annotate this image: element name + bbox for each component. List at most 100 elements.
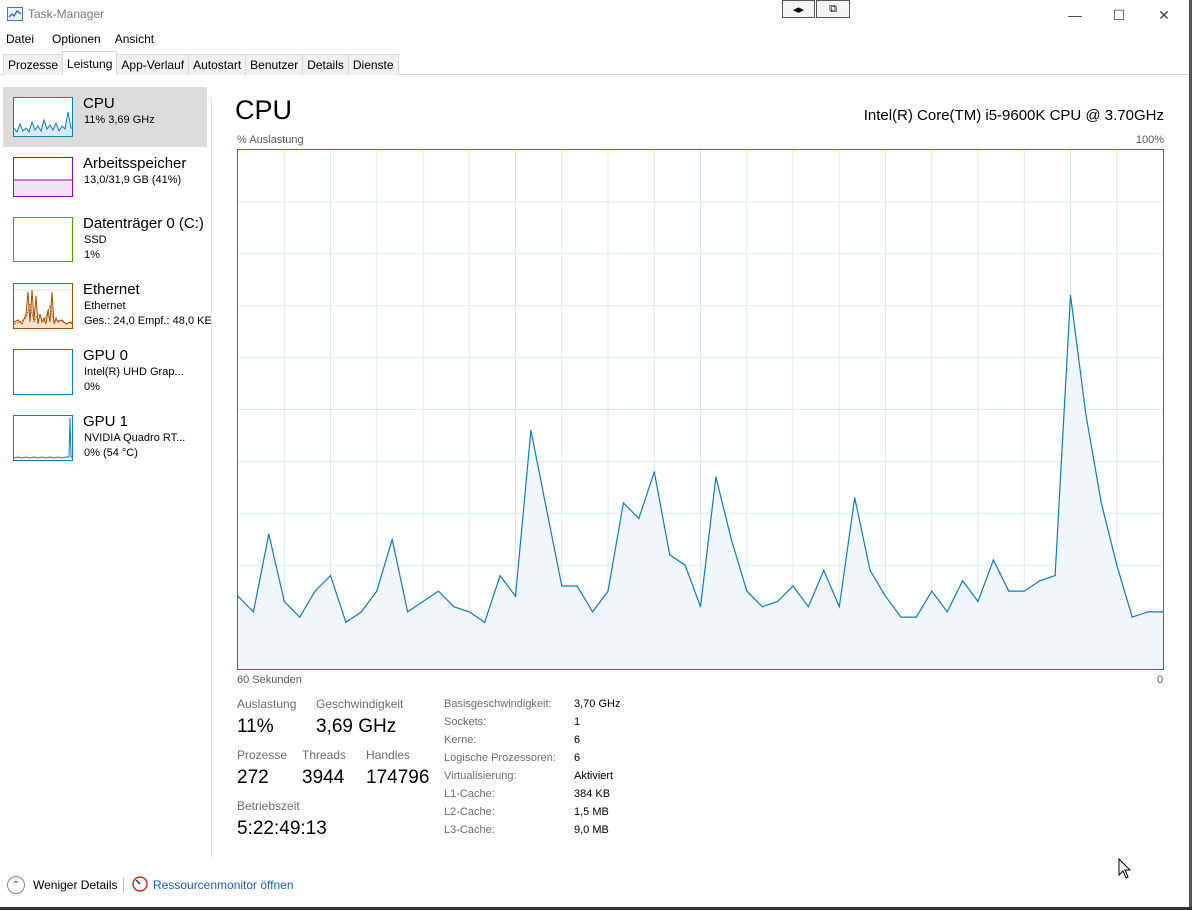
resource-sub-memory: 13,0/31,9 GB (41%) [84, 174, 182, 186]
tab-leistung[interactable]: Leistung [62, 51, 118, 75]
cpu-data-point [884, 595, 887, 597]
cpu-data-point [761, 606, 763, 608]
cpu-data-point [653, 471, 655, 473]
cpu-data-point [699, 606, 702, 608]
disk-thumbnail-graph [13, 217, 73, 262]
stat-betriebszeit-label: Betriebszeit [237, 799, 300, 813]
resource-item-ethernet[interactable]: Ethernet Ethernet Ges.: 24,0 Empf.: 48,0… [3, 273, 212, 333]
cpu-data-point [869, 569, 871, 571]
cpu-data-point [792, 585, 794, 587]
cpu-data-point [530, 429, 532, 431]
resource-name-disk: Datenträger 0 (C:) [83, 215, 204, 232]
x-axis-right-label: 0 [1157, 674, 1164, 686]
resource-item-cpu[interactable]: CPU 11% 3,69 GHz [3, 87, 207, 147]
stat-threads-label: Threads [302, 748, 347, 762]
cpu-data-point [592, 611, 594, 613]
cpu-data-point [345, 621, 347, 623]
info-value-sockets: 1 [574, 716, 581, 728]
resource-item-gpu1[interactable]: GPU 1 NVIDIA Quadro RT... 0% (54 °C) [3, 405, 207, 465]
ethernet-thumbnail-graph [13, 283, 73, 329]
tab-prozesse[interactable]: Prozesse [3, 54, 64, 75]
cpu-data-point [283, 600, 285, 603]
stat-prozesse-label: Prozesse [237, 748, 288, 762]
title-bar: Task-Manager ◂▸ ⧉ — ☐ ✕ [0, 0, 1192, 30]
cpu-data-point [638, 517, 640, 520]
stat-geschwindigkeit-value: 3,69 GHz [316, 716, 397, 737]
info-value-logische-prozessoren: 6 [574, 752, 581, 764]
snap-arrows-icon[interactable]: ◂▸ [782, 0, 815, 18]
resource-monitor-icon[interactable] [132, 876, 148, 892]
cpu-data-point [1069, 294, 1072, 296]
resource-sub-gpu0-usage: 0% [84, 381, 100, 393]
tab-details[interactable]: Details [302, 54, 349, 75]
gpu1-thumbnail-graph [13, 415, 73, 461]
menu-ansicht[interactable]: Ansicht [107, 30, 160, 50]
cpu-usage-svg [237, 150, 1164, 669]
info-label-virtualisierung: Virtualisierung: [444, 770, 517, 782]
cpu-data-point [622, 502, 624, 504]
resource-name-ethernet: Ethernet [83, 281, 140, 298]
tab-app-verlauf[interactable]: App-Verlauf [116, 54, 190, 75]
footer: ⌃ Weniger Details Ressourcenmonitor öffn… [0, 870, 1192, 900]
minimize-button[interactable]: — [1052, 0, 1098, 30]
maximize-button[interactable]: ☐ [1096, 0, 1142, 30]
cpu-data-point [1023, 590, 1025, 592]
resource-item-disk[interactable]: Datenträger 0 (C:) SSD 1% [3, 207, 207, 267]
cpu-data-point [807, 606, 810, 608]
tab-autostart[interactable]: Autostart [188, 54, 247, 75]
resource-sub-disk-type: SSD [84, 234, 107, 246]
cpu-data-point [268, 533, 270, 535]
snap-window-icon[interactable]: ⧉ [816, 0, 850, 18]
tab-bar: Prozesse Leistung App-Verlauf Autostart … [0, 50, 1192, 75]
info-label-l1-cache: L1-Cache: [444, 788, 495, 800]
cpu-model-name: Intel(R) Core(TM) i5-9600K CPU @ 3.70GHz [863, 107, 1164, 124]
resource-sub-gpu0-model: Intel(R) UHD Grap... [84, 366, 184, 378]
cpu-data-point [1100, 502, 1102, 504]
info-value-kerne: 6 [574, 734, 581, 746]
cpu-data-point [1147, 611, 1149, 613]
cpu-data-point [499, 575, 501, 577]
cpu-data-point [1008, 590, 1010, 592]
resource-item-memory[interactable]: Arbeitsspeicher 13,0/31,9 GB (41%) [3, 147, 207, 207]
cpu-data-point [484, 621, 486, 623]
y-axis-label: % Auslastung [237, 134, 304, 146]
resource-name-memory: Arbeitsspeicher [83, 155, 187, 172]
info-value-basisgeschwindigkeit: 3,70 GHz [574, 698, 621, 710]
resource-name-cpu: CPU [83, 95, 115, 112]
window-title: Task-Manager [28, 7, 105, 21]
menu-bar: Datei Optionen Ansicht [0, 30, 1192, 50]
cpu-data-point [437, 590, 439, 592]
cpu-data-point [422, 600, 424, 603]
info-value-virtualisierung: Aktiviert [574, 770, 614, 782]
resource-item-gpu0[interactable]: GPU 0 Intel(R) UHD Grap... 0% [3, 339, 207, 399]
cpu-data-point [607, 590, 609, 592]
stat-betriebszeit-value: 5:22:49:13 [237, 818, 327, 839]
mouse-cursor-icon [1118, 857, 1132, 885]
cpu-data-point [823, 569, 825, 571]
info-label-basisgeschwindigkeit: Basisgeschwindigkeit: [444, 698, 552, 710]
cpu-data-point [1085, 414, 1087, 416]
task-manager-icon [7, 7, 23, 21]
resource-name-gpu1: GPU 1 [83, 413, 129, 430]
stat-auslastung-label: Auslastung [237, 697, 297, 711]
stat-handles-value: 174796 [366, 767, 430, 788]
pane-divider[interactable] [211, 98, 212, 858]
menu-datei[interactable]: Datei [0, 30, 40, 50]
stat-auslastung-value: 11% [237, 716, 274, 737]
close-button[interactable]: ✕ [1141, 0, 1187, 30]
open-resource-monitor-link[interactable]: Ressourcenmonitor öffnen [153, 878, 294, 892]
cpu-data-point [915, 616, 917, 618]
menu-optionen[interactable]: Optionen [40, 30, 107, 50]
cpu-data-point [977, 600, 979, 603]
resource-list: CPU 11% 3,69 GHz Arbeitsspeicher 13,0/31… [0, 76, 212, 858]
resource-sub-ethernet-adapter: Ethernet [84, 300, 126, 312]
stat-handles-label: Handles [366, 748, 411, 762]
cpu-data-point [715, 476, 717, 478]
info-value-l2-cache: 1,5 MB [574, 806, 609, 818]
cpu-data-point [1054, 575, 1056, 577]
collapse-icon[interactable]: ⌃ [7, 876, 25, 894]
resource-sub-ethernet-throughput: Ges.: 24,0 Empf.: 48,0 KE [84, 315, 212, 327]
tab-dienste[interactable]: Dienste [347, 54, 399, 75]
less-details-button[interactable]: Weniger Details [33, 878, 117, 892]
tab-benutzer[interactable]: Benutzer [245, 54, 304, 75]
